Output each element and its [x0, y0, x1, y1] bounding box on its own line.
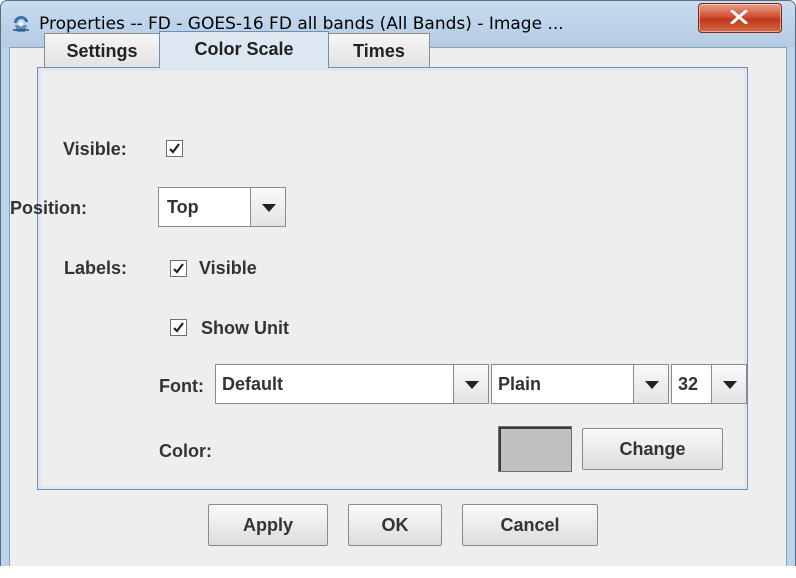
chevron-down-icon [723, 381, 737, 389]
checkmark-icon [173, 322, 184, 333]
font-style-dropdown-button[interactable] [633, 364, 669, 404]
font-size-value: 32 [678, 374, 699, 394]
tab-settings[interactable]: Settings [44, 33, 160, 67]
color-label: Color: [159, 441, 212, 461]
chevron-down-icon [465, 381, 479, 389]
position-select[interactable]: Top [158, 187, 286, 227]
checkmark-icon [173, 263, 184, 274]
position-value: Top [167, 197, 199, 217]
swatch-shadow-top [499, 427, 571, 429]
color-scale-panel [37, 67, 748, 490]
checkmark-icon [169, 143, 180, 154]
font-size-dropdown-button[interactable] [711, 364, 747, 404]
font-size-select[interactable]: 32 [671, 364, 747, 404]
window-bottom-border [0, 566, 796, 578]
idv-app-icon [11, 14, 31, 34]
position-dropdown-button[interactable] [250, 187, 286, 227]
cancel-button[interactable]: Cancel [462, 504, 598, 546]
show-unit-checkbox[interactable] [170, 319, 187, 336]
tab-times-label: Times [353, 41, 405, 61]
tab-times[interactable]: Times [328, 33, 430, 67]
position-label: Position: [10, 198, 87, 218]
visible-label: Visible: [63, 139, 127, 159]
close-button[interactable] [698, 3, 782, 33]
tab-settings-label: Settings [66, 41, 138, 61]
visible-checkbox[interactable] [166, 140, 183, 157]
tab-color-scale-label: Color Scale [194, 39, 294, 59]
show-unit-text: Show Unit [201, 318, 289, 338]
labels-visible-text: Visible [199, 258, 257, 278]
ok-button[interactable]: OK [348, 504, 442, 546]
font-style-value: Plain [498, 374, 542, 394]
tab-color-scale[interactable]: Color Scale [159, 31, 329, 68]
font-family-select[interactable]: Default [215, 364, 489, 404]
change-color-button[interactable]: Change [582, 428, 723, 470]
color-swatch[interactable] [498, 426, 572, 472]
font-label: Font: [159, 376, 204, 396]
font-family-value: Default [222, 374, 284, 394]
font-family-dropdown-button[interactable] [453, 364, 489, 404]
chevron-down-icon [645, 381, 659, 389]
close-icon [730, 10, 748, 24]
chevron-down-icon [262, 204, 276, 212]
font-style-select[interactable]: Plain [491, 364, 669, 404]
swatch-shadow-left [499, 427, 501, 471]
labels-visible-checkbox[interactable] [170, 260, 187, 277]
apply-button[interactable]: Apply [208, 504, 328, 546]
labels-label: Labels: [64, 258, 128, 278]
